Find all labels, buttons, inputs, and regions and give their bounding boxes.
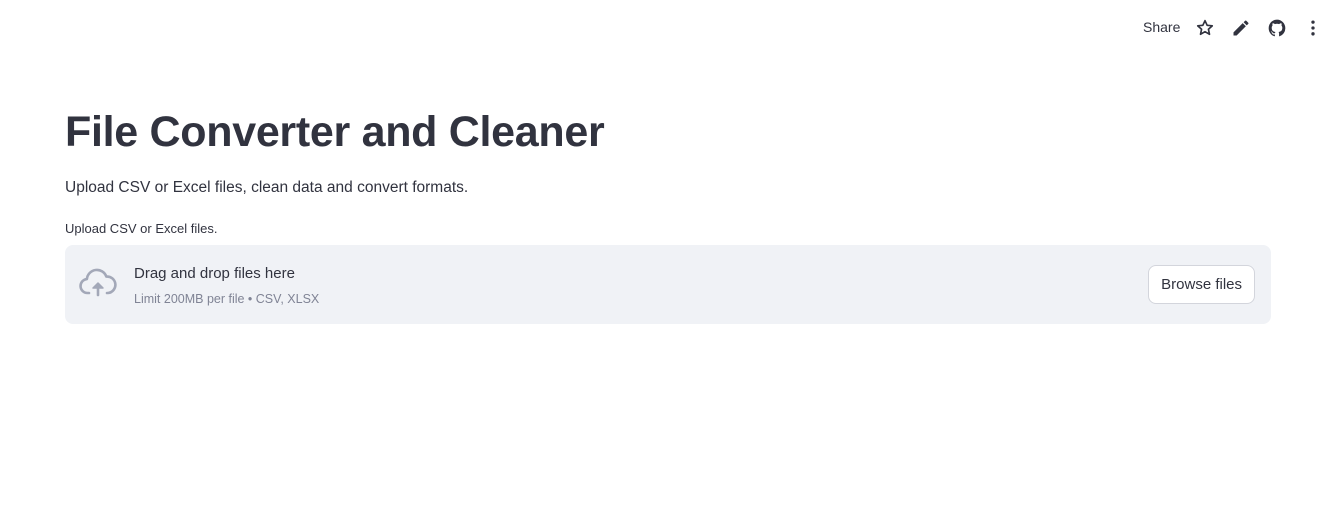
browse-files-button[interactable]: Browse files: [1148, 265, 1255, 304]
dropzone-limit-text: Limit 200MB per file • CSV, XLSX: [134, 292, 320, 306]
star-icon[interactable]: [1195, 18, 1215, 38]
file-dropzone[interactable]: Drag and drop files here Limit 200MB per…: [65, 245, 1271, 324]
share-button[interactable]: Share: [1143, 19, 1180, 35]
cloud-upload-icon: [79, 267, 117, 299]
file-uploader-label: Upload CSV or Excel files.: [65, 221, 218, 236]
header-toolbar: Share: [0, 14, 1338, 42]
edit-pencil-icon[interactable]: [1231, 18, 1251, 38]
page-subtitle: Upload CSV or Excel files, clean data an…: [65, 179, 469, 196]
page-title: File Converter and Cleaner: [65, 108, 605, 156]
github-icon[interactable]: [1267, 18, 1287, 38]
dropzone-instructions: Drag and drop files here: [134, 265, 295, 282]
more-vertical-icon[interactable]: [1303, 18, 1323, 38]
